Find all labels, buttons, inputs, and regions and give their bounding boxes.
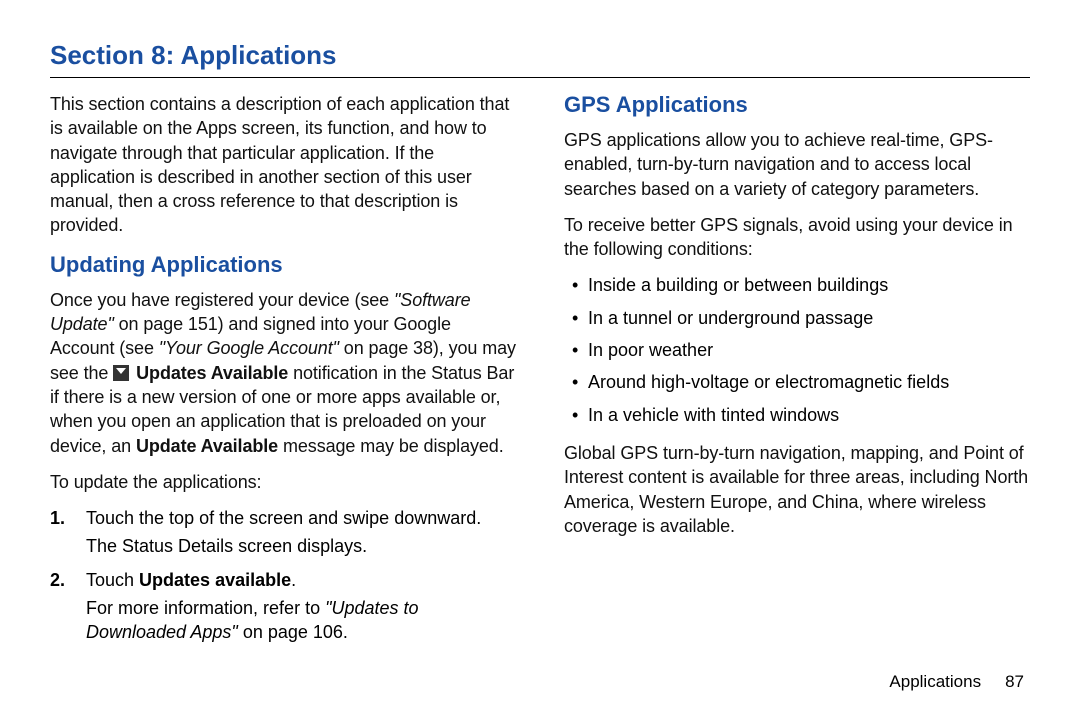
text: Once you have registered your device (se… — [50, 290, 394, 310]
gps-apps-heading: GPS Applications — [564, 92, 1030, 118]
list-item: Around high-voltage or electromagnetic f… — [572, 370, 1030, 394]
step-number: 1. — [50, 506, 65, 530]
gps-para-2: To receive better GPS signals, avoid usi… — [564, 213, 1030, 262]
right-column: GPS Applications GPS applications allow … — [564, 92, 1030, 655]
intro-paragraph: This section contains a description of e… — [50, 92, 516, 238]
updates-available-bold: Updates available — [139, 570, 291, 590]
manual-page: Section 8: Applications This section con… — [0, 0, 1080, 685]
text: Touch — [86, 570, 139, 590]
left-column: This section contains a description of e… — [50, 92, 516, 655]
gps-conditions-list: Inside a building or between buildings I… — [572, 273, 1030, 426]
xref-google-account: "Your Google Account" — [159, 338, 339, 358]
section-title: Section 8: Applications — [50, 40, 1030, 71]
page-footer: Applications 87 — [889, 672, 1024, 692]
list-item: In a tunnel or underground passage — [572, 306, 1030, 330]
list-item: In a vehicle with tinted windows — [572, 403, 1030, 427]
two-column-layout: This section contains a description of e… — [50, 92, 1030, 655]
page-number: 87 — [1005, 672, 1024, 691]
updating-apps-heading: Updating Applications — [50, 252, 516, 278]
to-update-label: To update the applications: — [50, 470, 516, 494]
list-item: In poor weather — [572, 338, 1030, 362]
gps-para-3: Global GPS turn-by-turn navigation, mapp… — [564, 441, 1030, 538]
update-available-label: Update Available — [136, 436, 278, 456]
text: For more information, refer to — [86, 598, 325, 618]
footer-section-label: Applications — [889, 672, 981, 691]
step-subtext: The Status Details screen displays. — [86, 534, 516, 558]
step-number: 2. — [50, 568, 65, 592]
updating-apps-paragraph: Once you have registered your device (se… — [50, 288, 516, 458]
steps-list: 1. Touch the top of the screen and swipe… — [78, 506, 516, 644]
step-subtext: For more information, refer to "Updates … — [86, 596, 516, 645]
divider — [50, 77, 1030, 78]
step-1: 1. Touch the top of the screen and swipe… — [78, 506, 516, 559]
step-text: Touch Updates available. — [86, 570, 296, 590]
step-2: 2. Touch Updates available. For more inf… — [78, 568, 516, 645]
text: on page 106. — [238, 622, 348, 642]
updates-available-label: Updates Available — [136, 363, 288, 383]
list-item: Inside a building or between buildings — [572, 273, 1030, 297]
text: message may be displayed. — [278, 436, 504, 456]
step-text: Touch the top of the screen and swipe do… — [86, 508, 481, 528]
download-icon — [113, 365, 129, 381]
gps-para-1: GPS applications allow you to achieve re… — [564, 128, 1030, 201]
text: . — [291, 570, 296, 590]
